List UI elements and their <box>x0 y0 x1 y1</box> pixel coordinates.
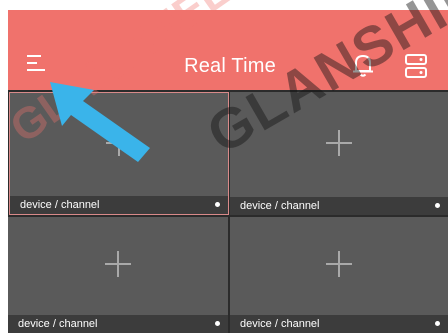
notifications-button[interactable] <box>348 50 378 80</box>
menu-button[interactable] <box>22 50 52 80</box>
channel-cell[interactable]: device / channel <box>230 92 448 215</box>
plus-icon[interactable] <box>326 251 352 277</box>
channel-label: device / channel <box>18 318 98 330</box>
channel-cell[interactable]: device / channel <box>230 217 448 333</box>
plus-icon[interactable] <box>326 129 352 156</box>
device-list-icon <box>405 54 427 78</box>
menu-icon <box>27 55 45 71</box>
plus-icon[interactable] <box>105 251 131 277</box>
channel-cell[interactable]: device / channel <box>9 92 229 215</box>
channel-caption: device / channel <box>10 196 228 214</box>
channel-caption: device / channel <box>8 315 228 333</box>
status-dot <box>435 203 440 208</box>
channel-caption: device / channel <box>230 197 448 215</box>
channel-label: device / channel <box>20 199 100 211</box>
plus-icon[interactable] <box>106 129 132 156</box>
status-dot <box>435 321 440 326</box>
channel-caption: device / channel <box>230 315 448 333</box>
channel-cell[interactable]: device / channel <box>8 217 228 333</box>
real-time-screen: Real Time device / channel device / chan… <box>0 0 448 333</box>
status-dot <box>215 321 220 326</box>
bell-icon <box>353 55 373 77</box>
page-title: Real Time <box>184 55 276 77</box>
channel-label: device / channel <box>240 318 320 330</box>
channel-label: device / channel <box>240 200 320 212</box>
device-list-button[interactable] <box>400 50 432 82</box>
status-dot <box>215 202 220 207</box>
channel-grid: device / channel device / channel device… <box>8 90 448 333</box>
